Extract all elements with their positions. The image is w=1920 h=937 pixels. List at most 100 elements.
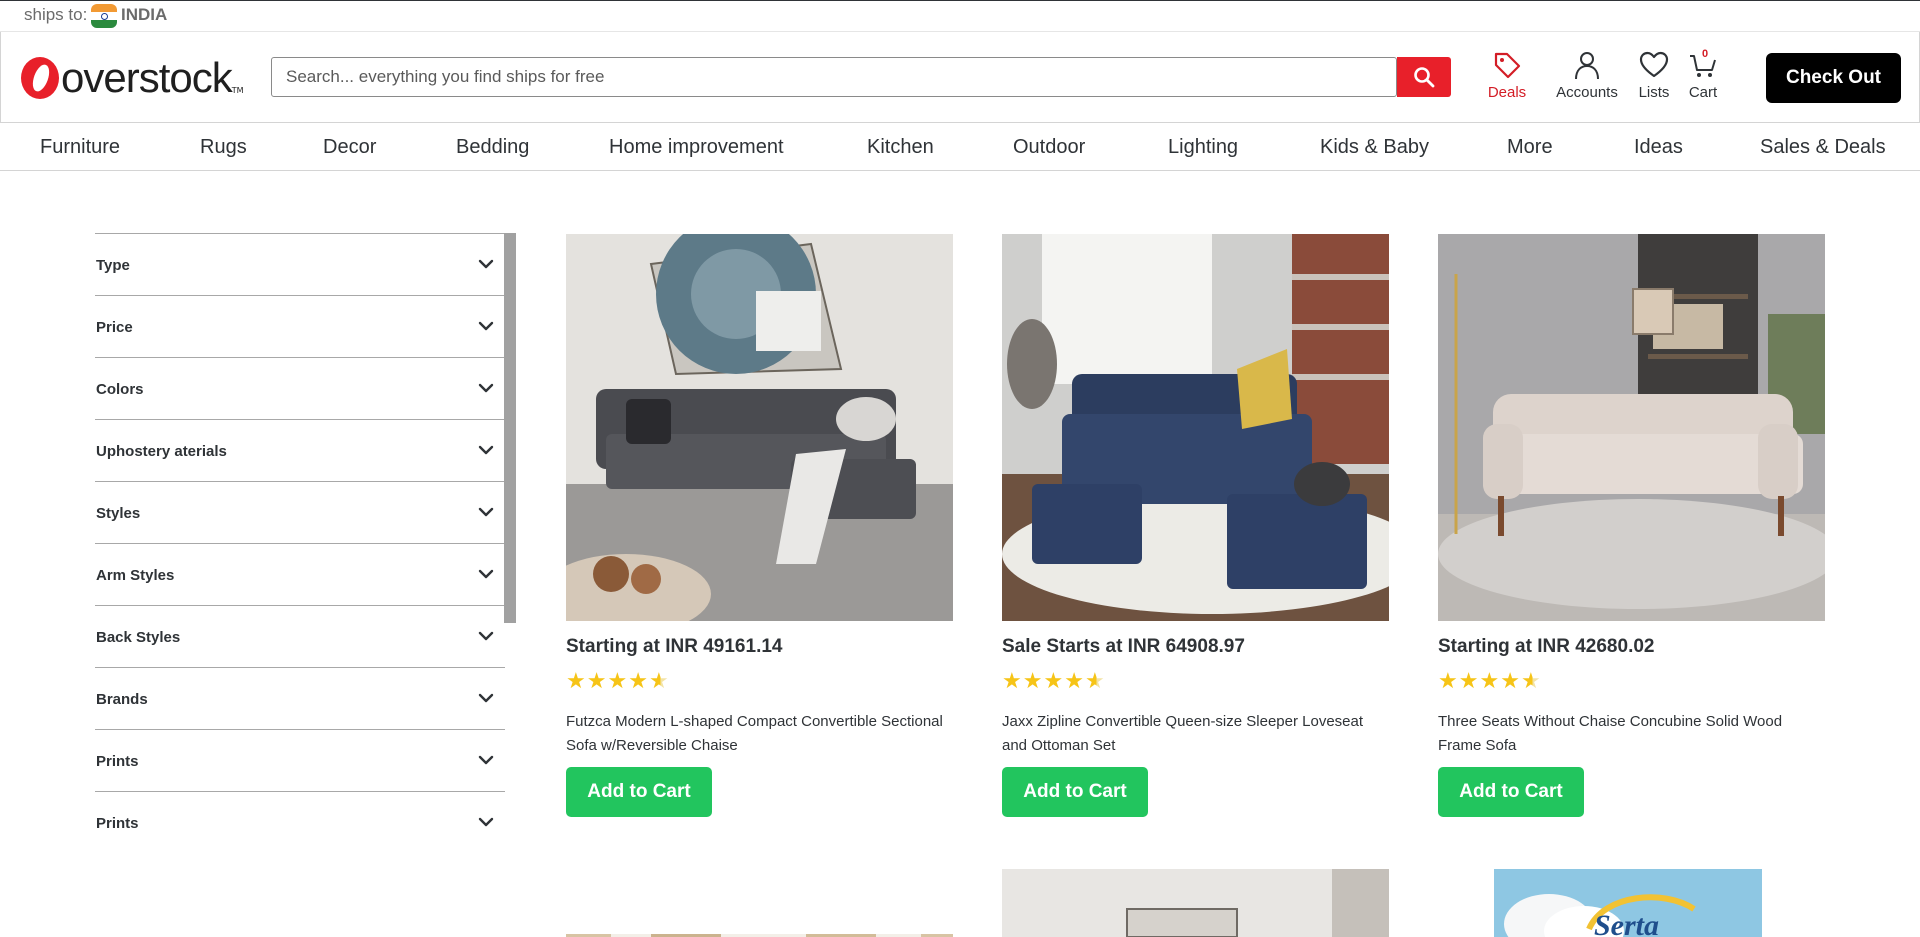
filter-colors[interactable]: Colors — [95, 357, 505, 419]
chevron-down-icon — [478, 321, 494, 331]
filter-scrollbar[interactable] — [504, 233, 516, 623]
filter-arm-styles[interactable]: Arm Styles — [95, 543, 505, 605]
flag-india-icon[interactable] — [91, 4, 117, 28]
chevron-down-icon — [478, 259, 494, 269]
chevron-down-icon — [478, 755, 494, 765]
nav-item-more[interactable]: More — [1507, 136, 1553, 159]
add-to-cart-button[interactable]: Add to Cart — [1002, 767, 1148, 817]
nav-item-sales-deals[interactable]: Sales & Deals — [1760, 136, 1886, 159]
category-nav: Furniture Rugs Decor Bedding Home improv… — [0, 124, 1920, 171]
filter-label: Prints — [96, 815, 139, 832]
product-image[interactable] — [566, 234, 953, 621]
star-icon: ★ — [1438, 669, 1459, 694]
heart-icon — [1639, 51, 1669, 78]
filter-label: Arm Styles — [96, 567, 175, 584]
chevron-down-icon — [478, 569, 494, 579]
product-price: Starting at INR 49161.14 — [566, 636, 783, 657]
logo-trademark: TM — [231, 85, 244, 95]
chevron-down-icon — [478, 383, 494, 393]
filter-label: Uphostery aterials — [96, 443, 227, 460]
filter-label: Back Styles — [96, 629, 181, 646]
filter-label: Prints — [96, 753, 139, 770]
product-price: Starting at INR 42680.02 — [1438, 636, 1655, 657]
ships-to-country[interactable]: INDIA — [121, 5, 167, 25]
nav-item-kitchen[interactable]: Kitchen — [867, 136, 934, 159]
star-rating: ★★★★★ — [1438, 671, 1542, 693]
chevron-down-icon — [478, 817, 494, 827]
filter-label: Colors — [96, 381, 144, 398]
filter-sidebar: Type Price Colors Uphostery aterials Sty… — [95, 233, 505, 853]
product-image[interactable] — [1002, 234, 1389, 621]
checkout-button[interactable]: Check Out — [1766, 53, 1901, 103]
filter-type[interactable]: Type — [95, 233, 505, 295]
star-rating: ★★★★★ — [1002, 671, 1106, 693]
product-name[interactable]: Three Seats Without Chaise Concubine Sol… — [1438, 710, 1825, 758]
add-to-cart-button[interactable]: Add to Cart — [566, 767, 712, 817]
filter-price[interactable]: Price — [95, 295, 505, 357]
product-name[interactable]: Futzca Modern L-shaped Compact Convertib… — [566, 710, 953, 758]
add-to-cart-button[interactable]: Add to Cart — [1438, 767, 1584, 817]
star-icon: ★ — [607, 669, 629, 694]
product-card[interactable]: Sale Starts at INR 64908.97 ★★★★★ Jaxx Z… — [1002, 234, 1389, 817]
filter-label: Price — [96, 319, 133, 336]
nav-item-ideas[interactable]: Ideas — [1634, 136, 1683, 159]
nav-item-lighting[interactable]: Lighting — [1168, 136, 1238, 159]
product-image-partial[interactable] — [1002, 869, 1389, 937]
product-name[interactable]: Jaxx Zipline Convertible Queen-size Slee… — [1002, 710, 1389, 758]
filter-styles[interactable]: Styles — [95, 481, 505, 543]
star-icon: ★ — [1084, 669, 1106, 694]
filter-prints-2[interactable]: Prints — [95, 791, 505, 853]
accounts-link[interactable]: Accounts — [1549, 50, 1625, 106]
nav-item-outdoor[interactable]: Outdoor — [1013, 136, 1085, 159]
nav-item-rugs[interactable]: Rugs — [200, 136, 247, 159]
product-image[interactable] — [1438, 234, 1825, 621]
filter-back-styles[interactable]: Back Styles — [95, 605, 505, 667]
logo-mark-icon — [21, 57, 59, 99]
filter-label: Styles — [96, 505, 141, 522]
nav-item-home-improvement[interactable]: Home improvement — [609, 136, 784, 159]
search-button[interactable] — [1397, 57, 1451, 97]
product-price: Sale Starts at INR 64908.97 — [1002, 636, 1245, 657]
cart-label: Cart — [1688, 84, 1718, 101]
accounts-label: Accounts — [1556, 84, 1618, 101]
ships-to-label: ships to: — [24, 5, 88, 24]
product-card[interactable]: Starting at INR 49161.14 ★★★★★ Futzca Mo… — [566, 234, 953, 817]
deals-link[interactable]: Deals — [1477, 50, 1537, 106]
star-rating: ★★★★★ — [566, 671, 670, 693]
bedroom-photo-partial — [1002, 869, 1389, 937]
star-icon: ★ — [628, 669, 649, 694]
three-seat-sofa-photo — [1438, 234, 1825, 621]
sectional-sofa-photo — [566, 234, 953, 621]
lists-label: Lists — [1638, 84, 1670, 101]
ships-to-bar: ships to: INDIA — [0, 0, 1920, 32]
nav-item-decor[interactable]: Decor — [323, 136, 376, 159]
user-icon — [1575, 52, 1599, 80]
product-card[interactable]: Starting at INR 42680.02 ★★★★★ Three Sea… — [1438, 234, 1825, 817]
filter-upholstery-materials[interactable]: Uphostery aterials — [95, 419, 505, 481]
site-header: overstock TM Deals Accounts Lists — [0, 32, 1920, 123]
overstock-logo[interactable]: overstock TM — [21, 54, 244, 102]
star-icon: ★ — [1064, 669, 1085, 694]
product-image-partial[interactable]: Serta — [1494, 869, 1762, 937]
star-icon: ★ — [1043, 669, 1065, 694]
chevron-down-icon — [478, 507, 494, 517]
nav-item-kids-baby[interactable]: Kids & Baby — [1320, 136, 1429, 159]
filter-prints[interactable]: Prints — [95, 729, 505, 791]
product-image-partial[interactable] — [566, 928, 953, 937]
lists-link[interactable]: Lists — [1629, 50, 1679, 106]
star-icon: ★ — [1458, 669, 1480, 694]
star-icon: ★ — [586, 669, 608, 694]
search-icon — [1414, 67, 1435, 88]
star-icon: ★ — [1479, 669, 1501, 694]
cart-link[interactable]: 0 Cart — [1685, 48, 1721, 106]
search-input[interactable] — [271, 57, 1397, 97]
nav-item-bedding[interactable]: Bedding — [456, 136, 529, 159]
star-icon: ★ — [1002, 669, 1023, 694]
nav-item-furniture[interactable]: Furniture — [40, 136, 120, 159]
logo-text: overstock — [61, 54, 233, 101]
sleeper-loveseat-photo — [1002, 234, 1389, 621]
serta-mattress-ad-partial: Serta — [1494, 869, 1762, 937]
cart-count-badge: 0 — [1702, 48, 1709, 60]
deals-label: Deals — [1487, 84, 1527, 101]
filter-brands[interactable]: Brands — [95, 667, 505, 729]
